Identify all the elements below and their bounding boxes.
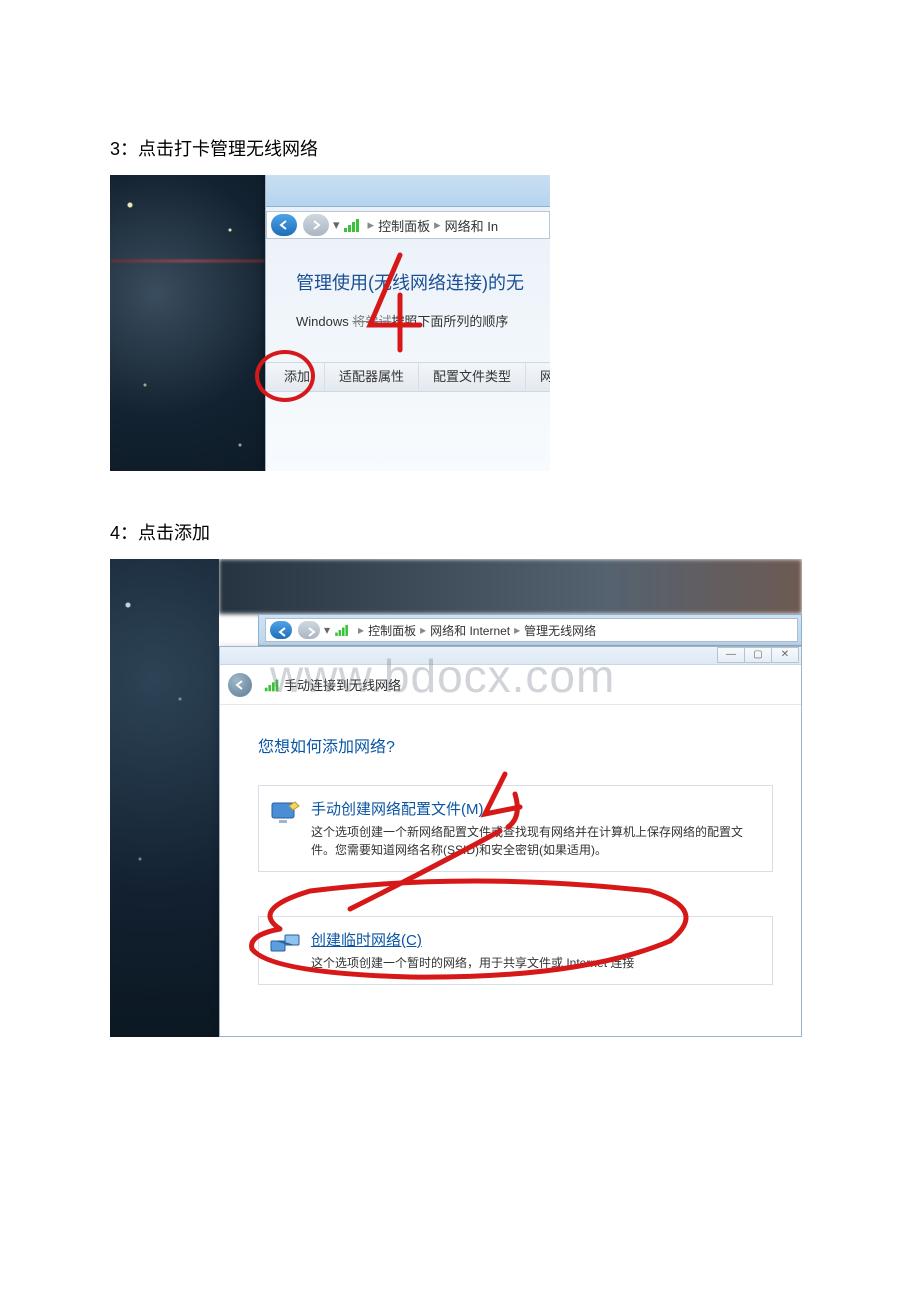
wizard-body: 您想如何添加网络? 手动创建网络配置文件(M) 这个选项创建一个新网络配置文件或…	[220, 705, 801, 985]
breadcrumb-control-panel[interactable]: 控制面板	[368, 622, 416, 639]
wizard-title: 手动连接到无线网络	[284, 675, 401, 694]
nav-dropdown-chevron-icon[interactable]: ▾	[324, 623, 330, 637]
breadcrumb-sep-icon: ▸	[434, 217, 441, 233]
step3-caption: 3：点击打卡管理无线网络	[110, 135, 810, 161]
desktop-bg	[110, 175, 265, 471]
toolbar: 添加 适配器属性 配置文件类型 网	[266, 362, 550, 392]
nav-back-button[interactable]	[270, 621, 292, 639]
option-adhoc-desc: 这个选项创建一个暂时的网络，用于共享文件或 Internet 连接	[311, 954, 758, 972]
step4-caption: 4：点击添加	[110, 519, 810, 545]
toolbar-add-button[interactable]: 添加	[266, 362, 325, 392]
breadcrumb-sep-icon: ▸	[358, 623, 364, 637]
window-content: 管理使用(无线网络连接)的无 Windows 将尝试按照下面所列的顺序 添加 适…	[266, 239, 550, 392]
address-bar[interactable]: ▾ ▸ 控制面板 ▸ 网络和 In	[266, 211, 550, 239]
breadcrumb-sep-icon: ▸	[368, 217, 375, 233]
maximize-button[interactable]: ▢	[744, 647, 772, 663]
page-heading: 管理使用(无线网络连接)的无	[296, 269, 550, 295]
close-button[interactable]: ✕	[771, 647, 799, 663]
parent-address-bar[interactable]: ▾ ▸ 控制面板 ▸ 网络和 Internet ▸ 管理无线网络	[265, 618, 798, 642]
nav-forward-button[interactable]	[298, 621, 320, 639]
wireless-icon	[265, 678, 279, 691]
wizard-header: 手动连接到无线网络	[220, 665, 801, 705]
breadcrumb-control-panel[interactable]: 控制面板	[378, 216, 430, 235]
nav-forward-button[interactable]	[303, 214, 329, 236]
figure-step4: ▾ ▸ 控制面板 ▸ 网络和 Internet ▸ 管理无线网络 — ▢ ✕ 手…	[110, 559, 802, 1037]
breadcrumb-sep-icon: ▸	[420, 623, 426, 637]
wireless-icon	[344, 218, 360, 232]
toolbar-network-button[interactable]: 网	[526, 362, 550, 392]
desktop-bg	[110, 559, 219, 1037]
option-manual-create[interactable]: 手动创建网络配置文件(M) 这个选项创建一个新网络配置文件或查找现有网络并在计算…	[258, 785, 773, 872]
wizard-prompt: 您想如何添加网络?	[258, 733, 773, 757]
nav-back-button[interactable]	[271, 214, 297, 236]
nav-dropdown-chevron-icon[interactable]: ▾	[333, 217, 340, 233]
option-adhoc-create[interactable]: 创建临时网络(C) 这个选项创建一个暂时的网络，用于共享文件或 Internet…	[258, 916, 773, 985]
option-adhoc-title: 创建临时网络(C)	[311, 929, 758, 950]
wizard-titlebar: — ▢ ✕	[220, 647, 801, 665]
breadcrumb-network[interactable]: 网络和 In	[445, 216, 498, 235]
explorer-window: ▾ ▸ 控制面板 ▸ 网络和 In 管理使用(无线网络连接)的无 Windows…	[265, 175, 550, 471]
option-manual-desc: 这个选项创建一个新网络配置文件或查找现有网络并在计算机上保存网络的配置文件。您需…	[311, 823, 758, 859]
blurred-background	[219, 559, 802, 614]
breadcrumb-sep-icon: ▸	[514, 623, 520, 637]
toolbar-profile-button[interactable]: 配置文件类型	[419, 362, 526, 392]
minimize-button[interactable]: —	[717, 647, 745, 663]
wizard-window: — ▢ ✕ 手动连接到无线网络 您想如何添加网络? 手动创建网络配置文件(M) …	[219, 646, 802, 1037]
breadcrumb-manage-wireless[interactable]: 管理无线网络	[524, 622, 596, 639]
window-frame-top	[266, 175, 550, 207]
wizard-back-button[interactable]	[228, 673, 252, 697]
page-subtext: Windows 将尝试按照下面所列的顺序	[296, 311, 550, 330]
breadcrumb-network-internet[interactable]: 网络和 Internet	[430, 622, 510, 639]
option-manual-title: 手动创建网络配置文件(M)	[311, 798, 758, 819]
wireless-icon	[335, 624, 349, 636]
toolbar-adapter-button[interactable]: 适配器属性	[325, 362, 419, 392]
monitor-icon	[269, 798, 301, 830]
figure-step3: ▾ ▸ 控制面板 ▸ 网络和 In 管理使用(无线网络连接)的无 Windows…	[110, 175, 550, 471]
network-icon	[269, 929, 301, 961]
